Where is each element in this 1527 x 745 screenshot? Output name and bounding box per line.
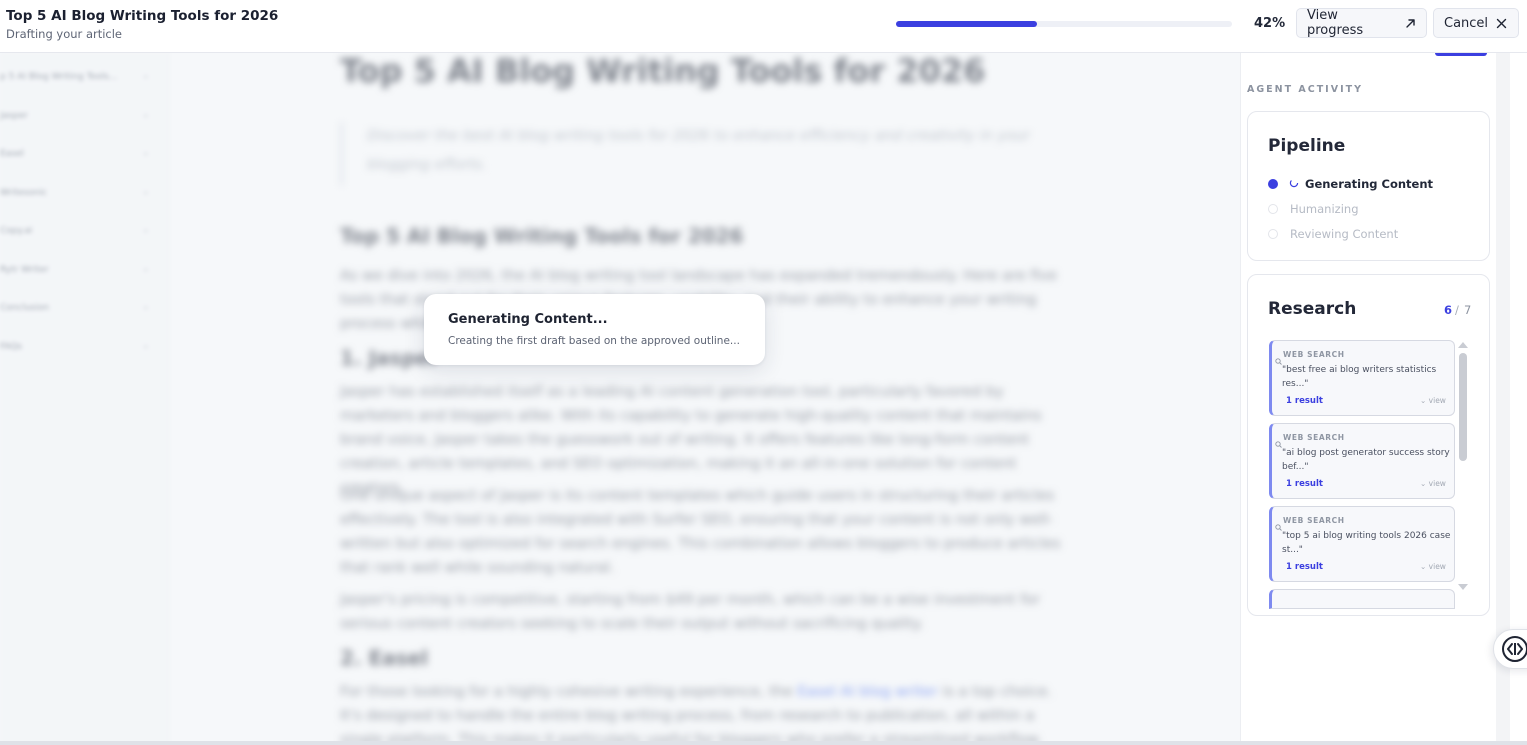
generating-toast: Generating Content... Creating the first… (424, 294, 765, 365)
toast-subtitle: Creating the first draft based on the ap… (448, 335, 740, 347)
status-dot (1268, 229, 1278, 239)
research-query: "best free ai blog writers statistics re… (1282, 365, 1437, 389)
research-query: "top 5 ai blog writing tools 2026 case s… (1282, 531, 1451, 555)
research-view-link[interactable]: ⌄ view (1420, 479, 1446, 488)
toast-title: Generating Content... (448, 312, 608, 327)
agent-activity-label: AGENT ACTIVITY (1247, 84, 1363, 95)
research-item[interactable]: WEB SEARCH "ai blog post generator succe… (1269, 423, 1455, 499)
search-icon (1275, 516, 1282, 535)
pipeline-step-label: Reviewing Content (1290, 227, 1399, 241)
pipeline-step-label: Generating Content (1305, 177, 1434, 191)
research-kind: WEB SEARCH (1283, 350, 1345, 359)
research-result-count: 1 result (1286, 562, 1323, 572)
research-count: 6 (1444, 303, 1453, 317)
research-scrollbar-thumb[interactable] (1459, 353, 1467, 461)
code-toggle-glyph (1507, 643, 1523, 655)
view-label: view (1428, 396, 1446, 405)
research-item[interactable]: WEB SEARCH "top 5 ai blog writing tools … (1269, 506, 1455, 582)
pipeline-step-reviewing: Reviewing Content (1268, 226, 1478, 244)
view-progress-label: View progress (1307, 8, 1364, 38)
research-separator: / (1455, 303, 1459, 317)
page-subtitle: Drafting your article (6, 27, 123, 41)
research-result-count: 1 result (1286, 396, 1323, 406)
research-title: Research (1268, 299, 1357, 319)
view-label: view (1428, 479, 1446, 488)
view-label: view (1428, 562, 1446, 571)
research-kind: WEB SEARCH (1283, 433, 1345, 442)
research-kind: WEB SEARCH (1283, 516, 1345, 525)
top-bar: Top 5 AI Blog Writing Tools for 2026 Dra… (0, 0, 1527, 53)
window-bottom-edge (0, 741, 1527, 745)
panel-toggle-button[interactable] (1493, 629, 1527, 669)
spinner-icon (1289, 177, 1299, 191)
research-total: 7 (1464, 303, 1472, 317)
status-dot (1268, 204, 1278, 214)
cancel-button[interactable]: Cancel (1433, 8, 1519, 38)
research-view-link[interactable]: ⌄ view (1420, 562, 1446, 571)
scroll-up-arrow-icon[interactable] (1458, 342, 1468, 348)
research-result-count: 1 result (1286, 479, 1323, 489)
pipeline-step-label: Humanizing (1290, 202, 1359, 216)
research-query: "ai blog post generator success story be… (1282, 448, 1450, 472)
pipeline-title: Pipeline (1268, 136, 1346, 156)
arrow-up-right-icon (1405, 18, 1416, 29)
progress-percent: 42% (1254, 16, 1286, 31)
progress-bar (896, 21, 1232, 27)
research-view-link[interactable]: ⌄ view (1420, 396, 1446, 405)
research-item[interactable]: WEB SEARCH "best free ai blog writers st… (1269, 340, 1455, 416)
pipeline-card: Pipeline Generating Content Humanizing R… (1247, 111, 1490, 261)
research-card: Research 6 / 7 WEB SEARCH "best free ai … (1247, 274, 1490, 616)
scroll-down-arrow-icon[interactable] (1458, 584, 1468, 590)
research-item[interactable] (1269, 589, 1455, 609)
pipeline-step-generating: Generating Content (1268, 176, 1478, 194)
status-dot (1268, 179, 1278, 189)
view-progress-button[interactable]: View progress (1296, 8, 1427, 38)
close-icon (1496, 18, 1507, 29)
search-icon (1275, 350, 1282, 369)
progress-bar-fill (896, 21, 1038, 27)
cancel-label: Cancel (1444, 15, 1489, 31)
search-icon (1275, 433, 1282, 452)
page-title: Top 5 AI Blog Writing Tools for 2026 (6, 8, 279, 24)
pipeline-step-humanizing: Humanizing (1268, 201, 1478, 219)
